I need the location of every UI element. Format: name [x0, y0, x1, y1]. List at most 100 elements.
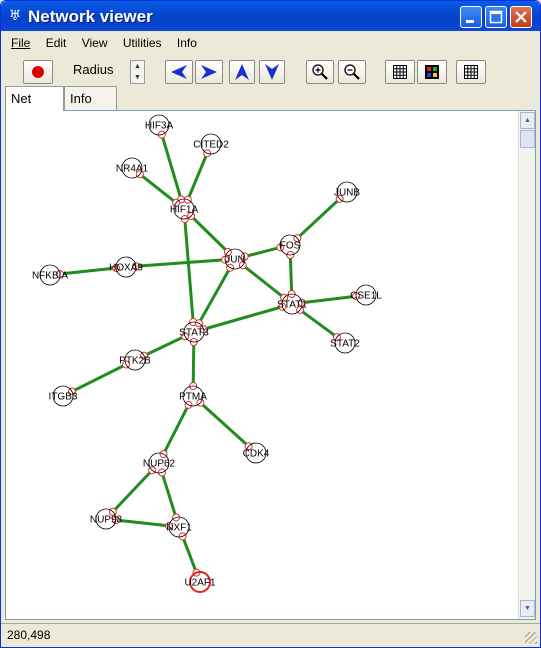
menu-edit[interactable]: Edit: [40, 34, 73, 52]
grid-layout-button[interactable]: [456, 60, 486, 84]
node-hoxa9[interactable]: HOXA9: [109, 256, 143, 278]
node-label: CDK4: [243, 449, 270, 460]
node-label: JUN: [225, 255, 244, 266]
edge-stat1-cse1l: [301, 294, 357, 305]
move-left-button[interactable]: [165, 60, 193, 84]
node-label: FOS: [280, 241, 301, 252]
record-button[interactable]: [23, 60, 53, 84]
node-label: NUP62: [143, 459, 176, 470]
node-label: CITED2: [193, 140, 229, 151]
close-button[interactable]: [510, 6, 532, 28]
radius-label: Radius: [73, 62, 114, 77]
edge-fos-stat1: [288, 254, 294, 295]
edge-ptk2b-itgb3: [71, 363, 127, 393]
node-jun[interactable]: JUN: [224, 248, 246, 270]
arrow-down-icon: [265, 64, 279, 80]
edge-stat1-stat3: [203, 305, 283, 331]
zoom-out-icon: [344, 64, 360, 80]
minimize-button[interactable]: [460, 6, 482, 28]
edge-hoxa9-nfkbia: [59, 266, 117, 276]
edge-ptma-cdk4: [199, 401, 250, 448]
scroll-up-button[interactable]: ▲: [520, 112, 535, 129]
node-label: NR4A1: [116, 164, 149, 175]
zoom-in-icon: [312, 64, 328, 80]
maximize-button[interactable]: [485, 6, 507, 28]
node-nup98[interactable]: NUP98: [90, 508, 123, 530]
edge-stat3-ptk2b: [143, 334, 186, 358]
move-right-button[interactable]: [195, 60, 223, 84]
move-up-button[interactable]: [229, 60, 255, 84]
edge-nup62-nup98: [111, 469, 154, 513]
zoom-out-button[interactable]: [338, 60, 366, 84]
arrow-up-icon: [235, 64, 249, 80]
tab-net[interactable]: Net: [5, 86, 64, 111]
menu-edit-label: Edit: [45, 36, 67, 50]
zoom-in-button[interactable]: [306, 60, 334, 84]
arrow-left-icon: [171, 65, 187, 79]
node-u2af1[interactable]: U2AF1: [184, 571, 216, 593]
menu-info[interactable]: Info: [171, 34, 203, 52]
node-label: PTMA: [179, 392, 207, 403]
node-label: STAT1: [277, 300, 307, 311]
edge-cited2-hif1a: [186, 152, 209, 201]
node-nxf1[interactable]: NXF1: [166, 516, 192, 538]
edge-hif1a-stat3: [183, 218, 195, 323]
title-bar[interactable]: ♅ Network viewer: [1, 1, 540, 31]
edge-nup62-nxf1: [160, 472, 178, 518]
node-label: NFKBIA: [32, 271, 68, 282]
edge-nup98-nxf1: [115, 518, 170, 528]
color-grid-icon: [425, 65, 439, 79]
node-label: NXF1: [166, 523, 192, 534]
tab-info[interactable]: Info: [64, 86, 117, 110]
edge-ptma-nup62: [162, 404, 190, 455]
cursor-coordinates: 280,498: [7, 628, 51, 642]
tab-net-label: Net: [11, 91, 32, 106]
vertical-scrollbar[interactable]: ▲ ▼: [518, 111, 535, 619]
menu-utilities-label: Utilities: [122, 36, 162, 50]
maximize-icon: [489, 10, 503, 24]
edge-jun-stat1: [241, 264, 286, 299]
arrow-right-icon: [201, 65, 217, 79]
node-label: JUNB: [334, 188, 360, 199]
toolbar: Radius ▲ ▼: [1, 56, 540, 86]
app-icon: ♅: [8, 8, 22, 24]
node-cse1l[interactable]: CSE1L: [350, 284, 382, 306]
network-viewer-window: ♅ Network viewer File Edit View Utilitie…: [0, 0, 541, 648]
move-down-button[interactable]: [259, 60, 285, 84]
menu-bar: File Edit View Utilities Info: [5, 34, 203, 54]
node-label: HIF3A: [145, 121, 174, 132]
menu-utilities[interactable]: Utilities: [117, 34, 168, 52]
node-label: NUP98: [90, 515, 123, 526]
menu-info-label: Info: [176, 36, 197, 50]
record-icon: [32, 66, 44, 78]
scroll-thumb[interactable]: [520, 130, 535, 148]
edge-stat3-ptma: [191, 341, 196, 387]
window-title: Network viewer: [28, 7, 153, 26]
tab-info-label: Info: [70, 91, 92, 106]
edge-junb-fos: [296, 197, 341, 240]
menu-view-label: View: [81, 36, 108, 50]
radius-spinner[interactable]: ▲ ▼: [130, 60, 145, 84]
resize-grip[interactable]: [525, 632, 537, 644]
node-label: STAT2: [330, 339, 360, 350]
node-nfkbia[interactable]: NFKBIA: [32, 264, 68, 286]
node-label: U2AF1: [184, 578, 216, 589]
grid-button[interactable]: [385, 60, 415, 84]
network-canvas[interactable]: HIF3A CITED2 NR4A1 JUNB HIF1A FOS JUN HOXA9 NFKB…: [6, 111, 518, 619]
node-label: ITGB3: [49, 392, 78, 403]
minimize-icon: [466, 20, 474, 23]
menu-file-label: File: [11, 36, 31, 50]
edge-stat1-stat2: [299, 308, 338, 339]
edge-fos-jun: [244, 246, 281, 258]
node-cited2[interactable]: CITED2: [193, 133, 229, 155]
close-icon: [515, 11, 527, 23]
color-grid-button[interactable]: [417, 60, 447, 84]
edge-nxf1-u2af1: [181, 535, 198, 574]
scroll-down-button[interactable]: ▼: [520, 600, 535, 617]
edge-nr4a1-hif1a: [138, 173, 178, 204]
menu-file[interactable]: File: [5, 34, 36, 52]
edge-jun-stat3: [197, 266, 232, 325]
menu-view[interactable]: View: [76, 34, 114, 52]
status-bar: 280,498: [1, 623, 540, 647]
node-label: HIF1A: [170, 205, 199, 216]
